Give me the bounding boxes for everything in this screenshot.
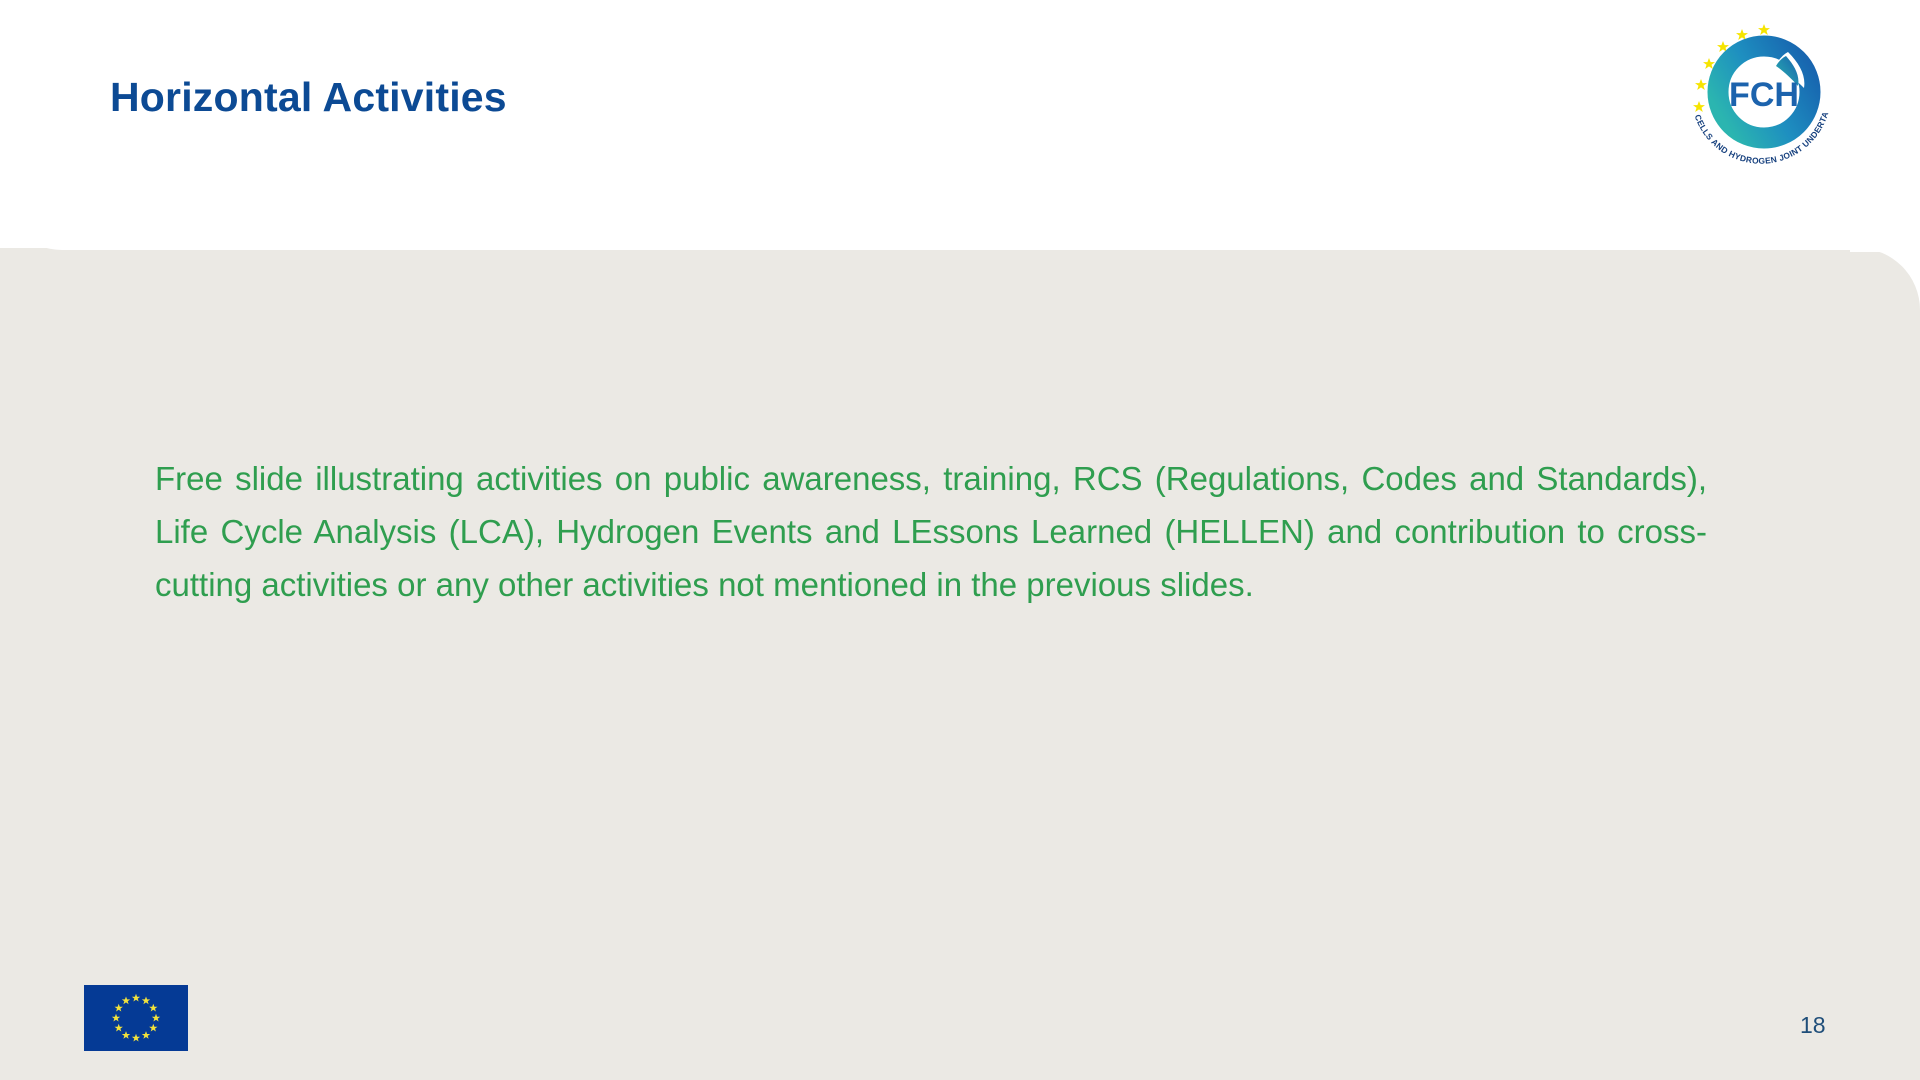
- fch-ju-logo: FCH FUEL CELLS AND HYDROGEN JOINT UNDERT…: [1676, 18, 1846, 188]
- logo-acronym: FCH: [1729, 76, 1799, 114]
- slide: Horizontal Activities FCH CELLS AND HYDR…: [0, 0, 1920, 1080]
- eu-flag: [84, 985, 188, 1051]
- page-title: Horizontal Activities: [110, 74, 507, 120]
- content-panel-right-fill: [1856, 310, 1920, 1080]
- header-band: [0, 0, 1920, 250]
- content-panel: [0, 248, 1920, 1080]
- body-paragraph: Free slide illustrating activities on pu…: [155, 460, 1707, 603]
- page-number: 18: [1800, 1012, 1826, 1038]
